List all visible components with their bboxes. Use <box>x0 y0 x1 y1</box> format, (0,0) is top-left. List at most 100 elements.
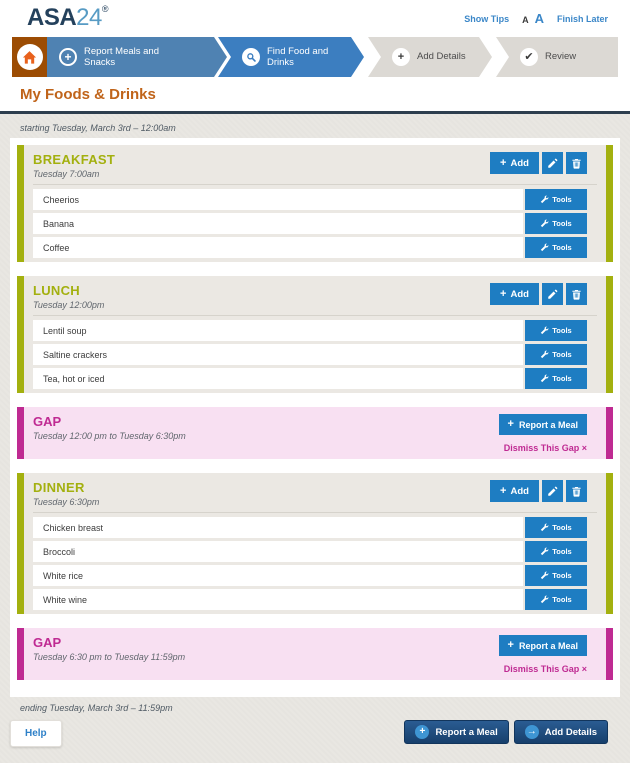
food-name[interactable]: Chicken breast <box>33 517 523 538</box>
wrench-icon <box>541 374 549 383</box>
food-name[interactable]: White rice <box>33 565 523 586</box>
food-row: Chicken breast Tools <box>33 517 587 538</box>
food-rows: Cheerios Tools Banana Tools Coffee Tools <box>24 185 606 262</box>
wizard-step-label: Report Meals and Snacks <box>84 45 159 68</box>
meal-panel: BREAKFAST Tuesday 7:00am + Add Cheerios … <box>17 145 613 262</box>
food-row: White wine Tools <box>33 589 587 610</box>
tools-button[interactable]: Tools <box>525 320 587 341</box>
tools-button[interactable]: Tools <box>525 565 587 586</box>
add-food-button[interactable]: + Add <box>490 152 539 174</box>
asa24-logo: ASA24® <box>27 4 109 32</box>
tools-button[interactable]: Tools <box>525 541 587 562</box>
food-name[interactable]: Tea, hot or iced <box>33 368 523 389</box>
tools-button-label: Tools <box>552 326 572 335</box>
food-name[interactable]: Saltine crackers <box>33 344 523 365</box>
finish-later-link[interactable]: Finish Later <box>557 14 608 24</box>
font-size-large-button[interactable]: A <box>535 11 544 26</box>
tools-button-label: Tools <box>552 219 572 228</box>
food-row: Banana Tools <box>33 213 587 234</box>
add-button-label: Add <box>510 157 529 169</box>
wrench-icon <box>541 195 549 204</box>
wizard-step-add-details[interactable]: + Add Details <box>368 37 492 77</box>
report-a-meal-button[interactable]: + Report a Meal <box>404 720 509 744</box>
food-name[interactable]: White wine <box>33 589 523 610</box>
tools-button[interactable]: Tools <box>525 237 587 258</box>
timeline-start: starting Tuesday, March 3rd – 12:00am <box>20 123 176 133</box>
plus-icon: + <box>500 287 507 300</box>
edit-meal-button[interactable] <box>542 152 563 174</box>
pencil-icon <box>548 289 558 299</box>
food-name[interactable]: Broccoli <box>33 541 523 562</box>
add-details-label: Add Details <box>544 726 597 738</box>
tools-button-label: Tools <box>552 595 572 604</box>
add-food-button[interactable]: + Add <box>490 480 539 502</box>
food-name[interactable]: Banana <box>33 213 523 234</box>
report-a-meal-button[interactable]: + Report a Meal <box>498 414 587 435</box>
tools-button[interactable]: Tools <box>525 589 587 610</box>
plus-icon: + <box>507 418 514 430</box>
delete-meal-button[interactable] <box>566 283 587 305</box>
meal-header-buttons: + Add <box>490 480 587 502</box>
check-icon: ✔ <box>520 48 538 66</box>
edit-meal-button[interactable] <box>542 283 563 305</box>
food-rows: Chicken breast Tools Broccoli Tools Whit… <box>24 513 606 614</box>
delete-meal-button[interactable] <box>566 152 587 174</box>
meal-header: BREAKFAST Tuesday 7:00am + Add <box>24 145 606 184</box>
add-button-label: Add <box>510 485 529 497</box>
food-row: Tea, hot or iced Tools <box>33 368 587 389</box>
logo-text-secondary: 24 <box>76 4 102 31</box>
tools-button[interactable]: Tools <box>525 368 587 389</box>
food-name[interactable]: Coffee <box>33 237 523 258</box>
delete-meal-button[interactable] <box>566 480 587 502</box>
meal-sections: BREAKFAST Tuesday 7:00am + Add Cheerios … <box>10 138 620 697</box>
food-name[interactable]: Cheerios <box>33 189 523 210</box>
wizard-step-review[interactable]: ✔ Review <box>496 37 618 77</box>
trash-icon <box>572 289 581 300</box>
tools-button-label: Tools <box>552 523 572 532</box>
dismiss-gap-link[interactable]: Dismiss This Gap × <box>504 664 587 674</box>
tools-button-label: Tools <box>552 350 572 359</box>
wrench-icon <box>541 219 549 228</box>
food-name[interactable]: Lentil soup <box>33 320 523 341</box>
meal-panel: LUNCH Tuesday 12:00pm + Add Lentil soup … <box>17 276 613 393</box>
food-row: White rice Tools <box>33 565 587 586</box>
wrench-icon <box>541 350 549 359</box>
report-a-meal-button[interactable]: + Report a Meal <box>498 635 587 656</box>
tools-button[interactable]: Tools <box>525 213 587 234</box>
food-row: Lentil soup Tools <box>33 320 587 341</box>
meal-panel: DINNER Tuesday 6:30pm + Add Chicken brea… <box>17 473 613 614</box>
food-rows: Lentil soup Tools Saltine crackers Tools… <box>24 316 606 393</box>
home-icon <box>16 44 43 70</box>
font-size-controls: A A <box>522 11 544 26</box>
gap-panel: GAP Tuesday 6:30 pm to Tuesday 11:59pm +… <box>17 628 613 680</box>
show-tips-link[interactable]: Show Tips <box>464 14 509 24</box>
navy-button-group: + Report a Meal → Add Details <box>404 720 608 744</box>
dismiss-gap-link[interactable]: Dismiss This Gap × <box>504 443 587 453</box>
wrench-icon <box>541 523 549 532</box>
meal-header: LUNCH Tuesday 12:00pm + Add <box>24 276 606 315</box>
title-bar: My Foods & Drinks <box>0 78 630 111</box>
add-details-button[interactable]: → Add Details <box>513 720 608 744</box>
meal-header-buttons: + Add <box>490 283 587 305</box>
wizard-step-report-meals[interactable]: + Report Meals and Snacks <box>47 37 227 77</box>
trash-icon <box>572 158 581 169</box>
edit-meal-button[interactable] <box>542 480 563 502</box>
tools-button-label: Tools <box>552 195 572 204</box>
plus-circle-icon: + <box>59 48 77 66</box>
wizard-step-find-food[interactable]: Find Food and Drinks <box>218 37 364 77</box>
wizard-step-label: Find Food and Drinks <box>267 45 329 68</box>
help-button[interactable]: Help <box>10 720 62 747</box>
registered-mark: ® <box>101 4 109 14</box>
tools-button-label: Tools <box>552 547 572 556</box>
tools-button[interactable]: Tools <box>525 189 587 210</box>
tools-button[interactable]: Tools <box>525 344 587 365</box>
meal-header-buttons: + Add <box>490 152 587 174</box>
tools-button[interactable]: Tools <box>525 517 587 538</box>
wrench-icon <box>541 595 549 604</box>
plus-icon: + <box>507 639 514 651</box>
plus-icon: + <box>500 156 507 169</box>
font-size-small-button[interactable]: A <box>522 15 529 25</box>
add-food-button[interactable]: + Add <box>490 283 539 305</box>
wizard-steps: + Report Meals and Snacks Find Food and … <box>12 37 618 77</box>
home-button[interactable] <box>12 37 47 77</box>
